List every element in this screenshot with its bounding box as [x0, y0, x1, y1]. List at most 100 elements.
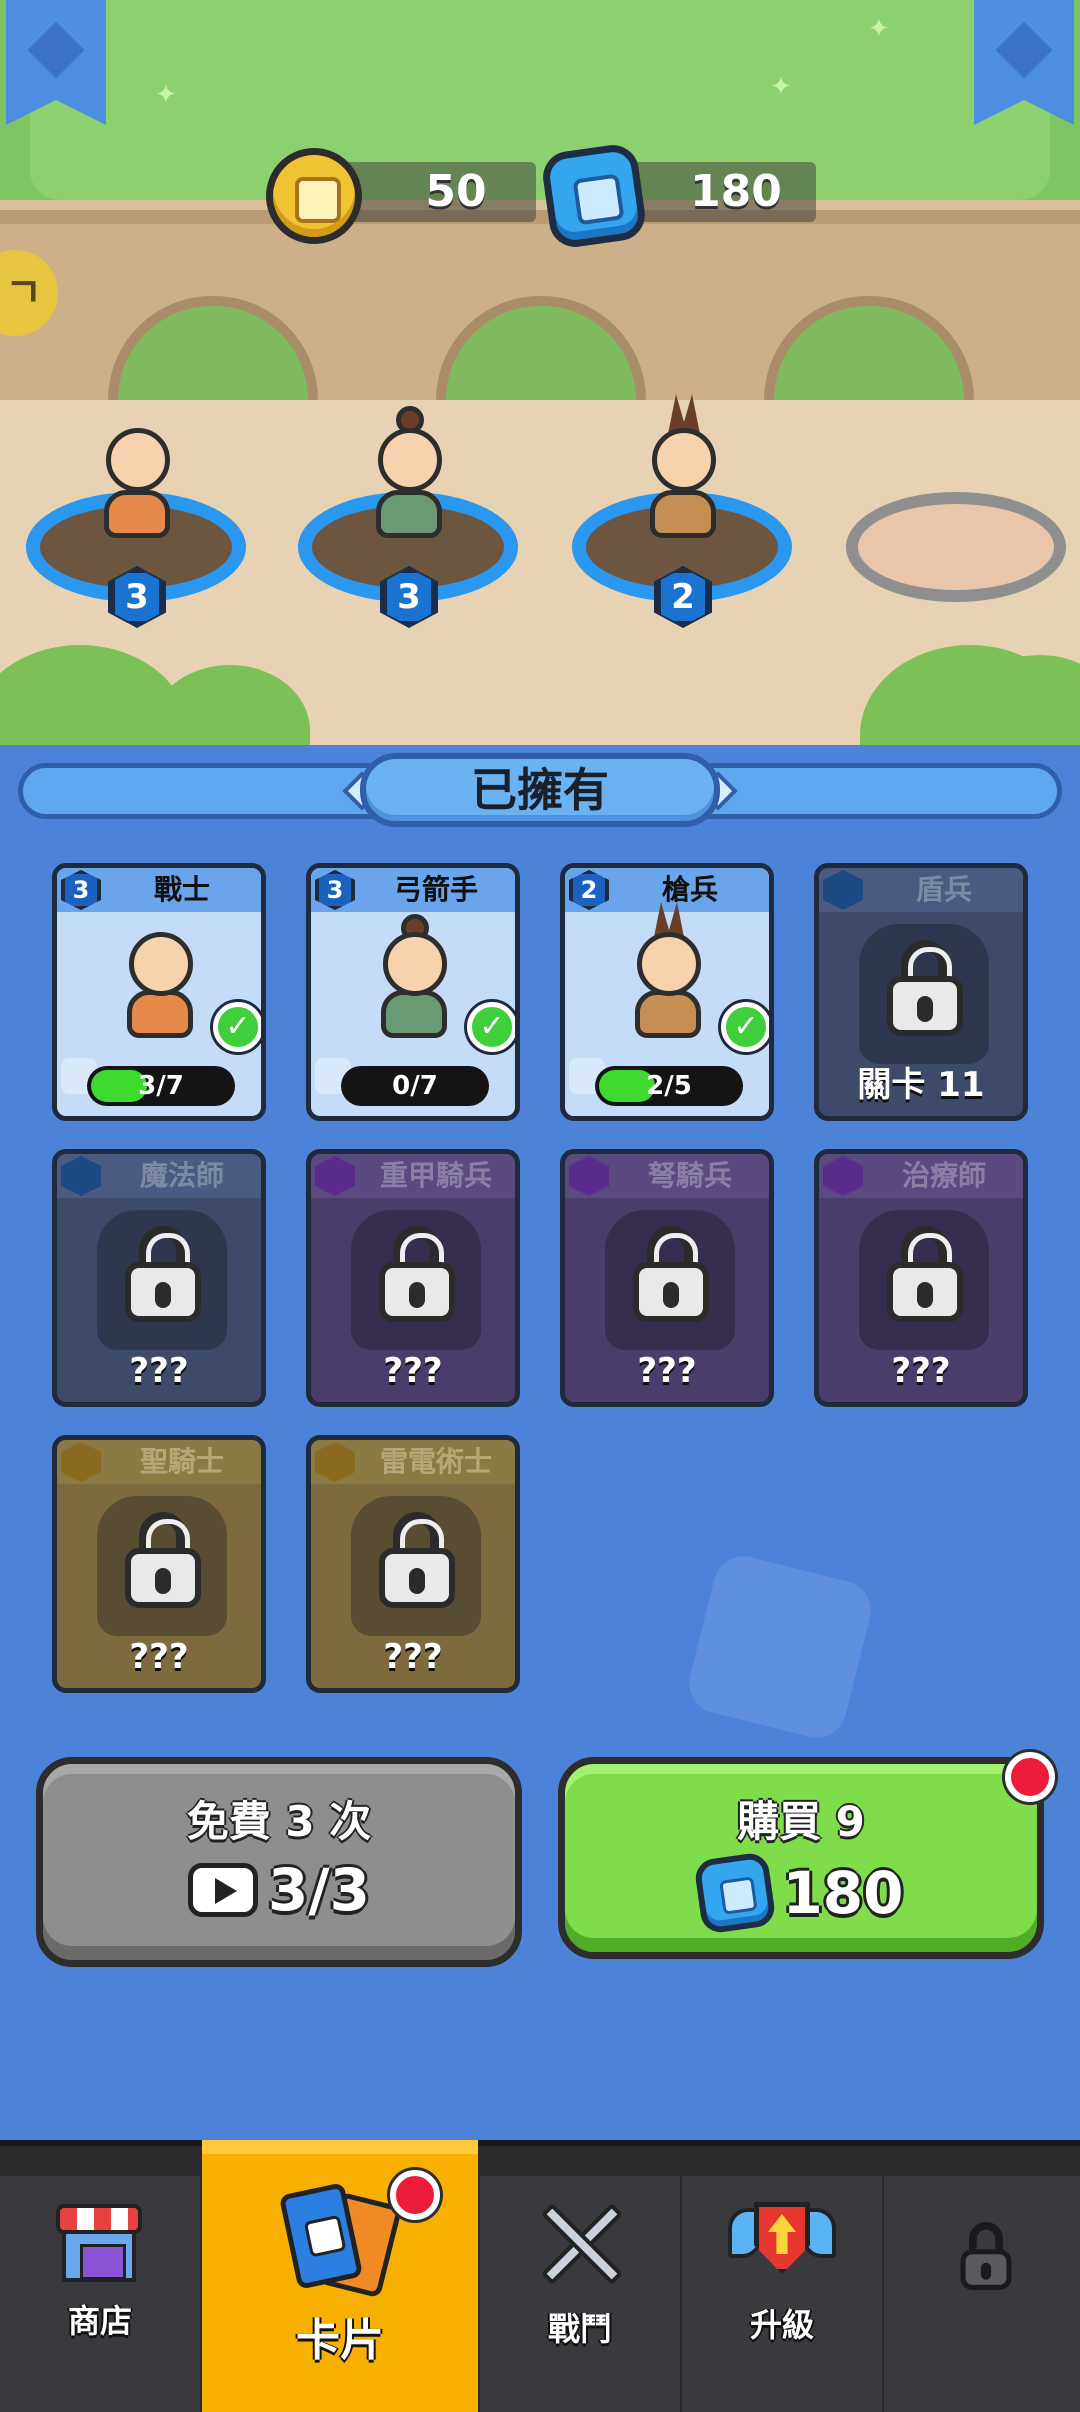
warrior-hero [86, 428, 186, 578]
background-dice-decoration [683, 1550, 877, 1744]
deploy-slot-warrior[interactable]: 3 [26, 428, 246, 628]
gem-value: 180 [690, 166, 782, 217]
card-progress-bar: 2/5 [595, 1066, 743, 1106]
nav-battle[interactable]: 戰鬥 [480, 2176, 680, 2412]
cards-icon [278, 2182, 403, 2304]
lock-icon [125, 1512, 201, 1608]
buy-price-row: 180 [565, 1851, 1037, 1936]
unknown-text: ??? [129, 1351, 189, 1391]
hero-head [637, 932, 701, 996]
lock-icon [379, 1226, 455, 1322]
free-draw-count: 3/3 [268, 1856, 370, 1924]
upgrade-shield-icon [728, 2196, 836, 2296]
deploy-slot-archer[interactable]: 3 [298, 406, 518, 628]
gem-icon [693, 1851, 778, 1935]
lock-icon [960, 2222, 1012, 2290]
nav-label: 戰鬥 [547, 2310, 612, 2348]
video-play-icon [188, 1863, 259, 1917]
lock-icon [125, 1226, 201, 1322]
card-thunder-mage[interactable]: 雷電術士 ??? [306, 1435, 520, 1693]
blue-gem-icon [539, 141, 649, 251]
card-name: 戰士 [153, 873, 210, 906]
card-name: 盾兵 [915, 873, 972, 906]
card-name: 槍兵 [661, 873, 718, 906]
buy-cards-button[interactable]: 購買 9 180 [558, 1752, 1055, 1959]
unknown-text: ??? [637, 1351, 697, 1391]
hero-head [652, 428, 716, 492]
unknown-text: ??? [129, 1637, 189, 1677]
coin-counter: 50 [266, 148, 536, 244]
nav-cards[interactable]: 卡片 [202, 2140, 478, 2412]
selected-check-icon: ✓ [721, 1002, 769, 1052]
card-heavy-cavalry[interactable]: 重甲騎兵 ??? [306, 1149, 520, 1407]
owned-header: 已擁有 [360, 753, 720, 827]
card-archer[interactable]: 3 弓箭手 ✓ 0/7 [306, 863, 520, 1121]
notification-dot [1005, 1752, 1055, 1802]
progress-text: 2/5 [646, 1071, 692, 1101]
card-name: 治療師 [901, 1159, 986, 1192]
hero-head [129, 932, 193, 996]
buy-title: 購買 9 [737, 1797, 865, 1846]
hero-head [383, 932, 447, 996]
empty-slot-ring [846, 492, 1066, 602]
card-spearman[interactable]: 2 槍兵 ✓ 2/5 [560, 863, 774, 1121]
card-progress-bar: 3/7 [87, 1066, 235, 1106]
unknown-text: ??? [383, 1351, 443, 1391]
selected-check-icon: ✓ [467, 1002, 515, 1052]
hero-body [104, 490, 170, 538]
card-name: 弩騎兵 [647, 1159, 732, 1192]
card-name: 弓箭手 [393, 873, 478, 906]
notification-dot [390, 2170, 440, 2220]
hero-body [635, 990, 701, 1038]
archer-portrait [361, 914, 471, 1048]
deploy-slot-spearman[interactable]: 2 [572, 394, 792, 628]
card-healer[interactable]: 治療師 ??? [814, 1149, 1028, 1407]
deploy-slot-empty[interactable] [846, 492, 1066, 612]
shop-icon [56, 2204, 142, 2282]
card-name: 聖騎士 [139, 1445, 224, 1478]
coin-value: 50 [425, 166, 487, 217]
grass-field: ✦ ✦ ✦ [0, 0, 1080, 230]
card-name: 魔法師 [139, 1159, 224, 1192]
hero-head [106, 428, 170, 492]
free-draw-title: 免費 3 次 [186, 1797, 372, 1846]
card-mage[interactable]: 魔法師 ??? [52, 1149, 266, 1407]
nav-upgrade[interactable]: 升級 [682, 2176, 882, 2412]
sparkle-icon: ✦ [770, 72, 792, 102]
nav-locked[interactable] [884, 2176, 1080, 2412]
grass-inner [30, 0, 1050, 200]
free-draw-row: 3/3 [43, 1856, 515, 1936]
hero-body [381, 990, 447, 1038]
nav-label: 卡片 [296, 2315, 384, 2366]
buy-price: 180 [782, 1859, 904, 1927]
card-paladin[interactable]: 聖騎士 ??? [52, 1435, 266, 1693]
nav-label: 升級 [749, 2306, 814, 2344]
card-progress-bar: 0/7 [341, 1066, 489, 1106]
spearman-hero [632, 394, 732, 578]
spearman-portrait [615, 902, 725, 1048]
sparkle-icon: ✦ [155, 80, 177, 110]
warrior-portrait [107, 928, 217, 1048]
gold-coin-icon [266, 148, 362, 244]
progress-text: 3/7 [138, 1071, 184, 1101]
free-draw-button[interactable]: 免費 3 次 3/3 [36, 1757, 522, 1967]
card-warrior[interactable]: 3 戰士 ✓ 3/7 [52, 863, 266, 1121]
nav-shop[interactable]: 商店 [0, 2176, 200, 2412]
bottom-navigation: 商店 卡片 戰鬥 升級 [0, 2140, 1080, 2412]
card-crossbow-cavalry[interactable]: 弩騎兵 ??? [560, 1149, 774, 1407]
lock-icon [633, 1226, 709, 1322]
gem-counter: 180 [539, 141, 816, 251]
card-shield-soldier[interactable]: 盾兵 關卡 11 [814, 863, 1028, 1121]
hero-head [378, 428, 442, 492]
selected-check-icon: ✓ [213, 1002, 261, 1052]
lock-icon [379, 1512, 455, 1608]
unknown-text: ??? [383, 1637, 443, 1677]
nav-label: 商店 [67, 2302, 132, 2340]
lock-icon [887, 940, 963, 1036]
hero-body [376, 490, 442, 538]
progress-text: 0/7 [392, 1071, 438, 1101]
sparkle-icon: ✦ [868, 14, 890, 44]
hero-body [127, 990, 193, 1038]
card-name: 雷電術士 [379, 1445, 492, 1478]
card-name: 重甲騎兵 [379, 1159, 492, 1192]
